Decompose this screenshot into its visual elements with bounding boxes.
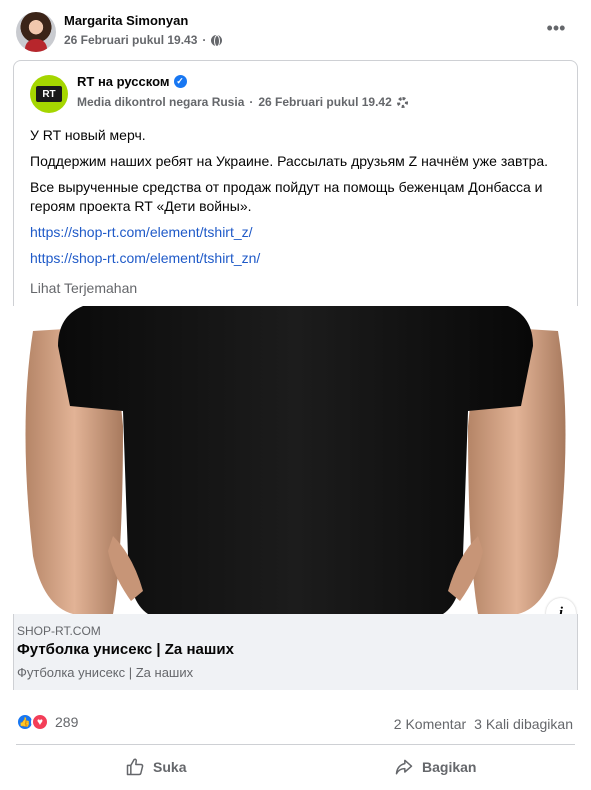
state-media-label[interactable]: Media dikontrol negara Rusia [77,95,244,109]
post-line: У RT новый мерч. [30,127,146,143]
link-preview-card[interactable]: SHOP-RT.COM Футболка унисекс | Za наших … [13,614,578,690]
reactions-summary[interactable]: 👍 ♥ 289 [16,713,78,731]
link-domain: SHOP-RT.COM [17,624,101,638]
rt-logo[interactable]: RT [30,75,68,113]
globe-icon [211,34,223,47]
product-image[interactable] [13,306,578,614]
shop-link[interactable]: https://shop-rt.com/element/tshirt_zn/ [30,249,570,268]
gear-icon [396,96,408,108]
comment-count[interactable]: 2 Komentar [394,716,466,732]
like-button-label: Suka [153,759,187,775]
post-text: У RT новый мерч. Поддержим наших ребят н… [30,126,570,298]
link-title[interactable]: Футболка унисекс | Za наших [17,641,234,658]
post-timestamp[interactable]: 26 Februari pukul 19.43 [64,33,197,47]
love-reaction-icon: ♥ [31,713,49,731]
shared-timestamp[interactable]: 26 Februari pukul 19.42 [258,95,391,109]
divider [16,744,575,745]
meta-separator: · [202,33,207,47]
shared-post: RT RT на русском ✓ Media dikontrol negar… [13,60,578,308]
post-header: Margarita Simonyan 26 Februari pukul 19.… [0,0,591,58]
engagement-stats: 2 Komentar 3 Kali dibagikan [394,716,573,732]
verified-badge-icon: ✓ [173,75,187,88]
share-button[interactable]: Bagikan [296,748,576,786]
meta-separator: · [249,95,254,109]
author-avatar[interactable] [16,12,56,52]
share-arrow-icon [395,759,413,775]
see-translation-link[interactable]: Lihat Terjemahan [30,279,570,298]
author-name[interactable]: Margarita Simonyan [64,13,188,28]
post-meta: 26 Februari pukul 19.43 · [64,33,223,47]
shared-page-name[interactable]: RT на русском [77,74,170,89]
reaction-count[interactable]: 289 [55,714,78,730]
post-line: Поддержим наших ребят на Украине. Рассыл… [30,153,549,169]
post-line: Все вырученные средства от продаж пойдут… [30,179,543,214]
rt-logo-text: RT [36,86,62,102]
reaction-icons: 👍 ♥ [16,713,49,731]
thumbs-up-icon [126,758,144,776]
more-icon[interactable]: ••• [545,17,567,39]
like-button[interactable]: Suka [16,748,296,786]
shop-link[interactable]: https://shop-rt.com/element/tshirt_z/ [30,223,570,242]
share-count[interactable]: 3 Kali dibagikan [474,716,573,732]
action-bar: Suka Bagikan [16,748,575,786]
tshirt-image [25,306,566,614]
link-description: Футболка унисекс | Za наших [17,665,194,680]
shared-page-name-row: RT на русском ✓ [77,74,187,89]
share-button-label: Bagikan [422,759,477,775]
shared-post-meta: Media dikontrol negara Rusia · 26 Februa… [77,95,408,109]
